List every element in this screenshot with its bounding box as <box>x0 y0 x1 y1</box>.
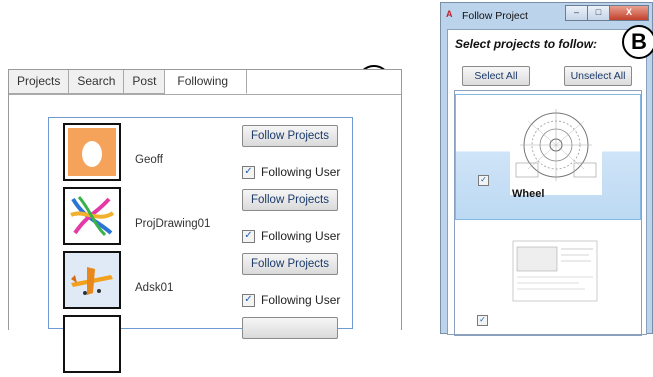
window-content: Select projects to follow: Select All Un… <box>447 29 647 336</box>
project-item[interactable]: ✓ <box>455 223 641 335</box>
user-name: ProjDrawing01 <box>135 218 211 230</box>
following-user-checkbox-row[interactable]: ✓ Following User <box>242 165 340 179</box>
checkbox-label: Following User <box>261 165 341 179</box>
following-user-checkbox-row[interactable]: ✓ Following User <box>242 229 340 243</box>
user-row: Geoff Follow Projects ✓ Following User <box>49 121 352 185</box>
project-checkbox[interactable]: ✓ <box>477 315 488 326</box>
project-name: Wheel <box>512 188 545 200</box>
close-button[interactable]: X <box>609 5 649 21</box>
window-controls: – □ X <box>565 5 649 21</box>
user-name: Geoff <box>135 154 163 166</box>
wheel-drawing-thumbnail <box>510 103 602 195</box>
checkbox-label: Following User <box>261 293 341 307</box>
ribbon-avatar[interactable] <box>63 187 121 245</box>
following-user-list: Geoff Follow Projects ✓ Following User P… <box>48 117 353 373</box>
checkbox-checked-icon[interactable]: ✓ <box>242 229 255 243</box>
tab-post[interactable]: Post <box>124 70 166 94</box>
label-b-badge: B <box>622 25 653 59</box>
user-row: Adsk01 Follow Projects ✓ Following User <box>49 249 352 313</box>
follow-project-window: A Follow Project – □ X Select projects t… <box>440 2 653 336</box>
following-user-checkbox-row[interactable]: ✓ Following User <box>242 293 340 307</box>
egg-avatar[interactable] <box>63 123 121 181</box>
tab-divider <box>9 94 401 95</box>
drawing-sheet-thumbnail <box>509 235 601 309</box>
checkbox-checked-icon[interactable]: ✓ <box>242 165 255 179</box>
select-all-button[interactable]: Select All <box>462 66 530 86</box>
project-checkbox[interactable]: ✓ <box>478 175 489 186</box>
follow-projects-button[interactable]: Follow Projects <box>242 189 338 211</box>
tab-projects[interactable]: Projects <box>9 70 70 94</box>
follow-projects-button[interactable]: Follow Projects <box>242 125 338 147</box>
follow-projects-button[interactable]: Follow Projects <box>242 253 338 275</box>
checkbox-label: Following User <box>261 229 341 243</box>
avatar[interactable] <box>63 315 121 373</box>
project-item[interactable]: ✓ Wheel <box>455 94 641 220</box>
app-logo-icon: A <box>446 9 453 19</box>
select-projects-heading: Select projects to follow: <box>455 37 598 51</box>
title-bar[interactable]: A Follow Project – □ X <box>441 3 652 27</box>
unselect-all-button[interactable]: Unselect All <box>564 66 632 86</box>
tab-bar: Projects Search Post Following <box>9 70 248 94</box>
user-name: Adsk01 <box>135 282 174 294</box>
user-row <box>49 313 352 377</box>
window-title: Follow Project <box>462 10 528 22</box>
checkbox-checked-icon[interactable]: ✓ <box>242 293 255 307</box>
follow-projects-button[interactable] <box>242 317 338 339</box>
minimize-button[interactable]: – <box>565 5 588 21</box>
maximize-button[interactable]: □ <box>587 5 610 21</box>
airplane-avatar[interactable] <box>63 251 121 309</box>
project-list: ✓ Wheel ✓ <box>454 90 642 336</box>
tab-following[interactable]: Following <box>165 70 248 94</box>
user-row: ProjDrawing01 Follow Projects ✓ Followin… <box>49 185 352 249</box>
tab-search[interactable]: Search <box>69 70 125 94</box>
